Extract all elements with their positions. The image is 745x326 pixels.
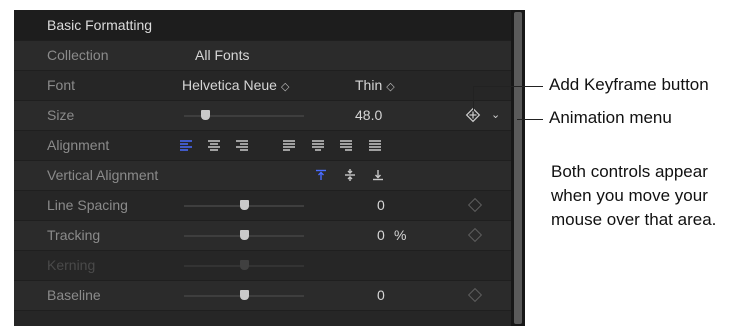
row-size: Size 48.0 ⌄ <box>14 100 511 130</box>
slider-knob[interactable] <box>240 200 249 210</box>
slider-knob[interactable] <box>201 110 210 120</box>
font-family-popup[interactable]: Helvetica Neue ◇ <box>182 71 289 102</box>
size-value[interactable]: 48.0 <box>355 101 382 130</box>
kerning-slider <box>184 260 304 270</box>
row-partial <box>14 310 511 326</box>
align-left-icon[interactable] <box>180 139 192 151</box>
collection-value: All Fonts <box>195 47 250 63</box>
alignment-label: Alignment <box>47 137 110 153</box>
row-kerning: Kerning <box>14 250 511 280</box>
row-baseline: Baseline 0 <box>14 280 511 310</box>
hover-note: Both controls appear when you move your … <box>551 160 716 232</box>
font-family-value: Helvetica Neue <box>182 77 277 93</box>
animation-menu-chevron-down-icon[interactable]: ⌄ <box>491 101 500 130</box>
justify-left-icon[interactable] <box>283 139 295 151</box>
vertical-alignment-label: Vertical Alignment <box>47 167 159 183</box>
hover-note-line2: when you move your <box>551 186 708 205</box>
keyframe-diamond-icon[interactable] <box>467 227 483 243</box>
collection-popup[interactable]: All Fonts <box>195 41 249 70</box>
animation-leader <box>517 119 543 120</box>
add-keyframe-callout: Add Keyframe button <box>549 75 709 94</box>
scrollbar-thumb[interactable] <box>514 12 522 324</box>
tracking-value[interactable]: 0 <box>377 221 385 250</box>
line-spacing-label: Line Spacing <box>47 197 128 213</box>
row-line-spacing: Line Spacing 0 <box>14 190 511 220</box>
justify-full-icon[interactable] <box>369 139 381 151</box>
font-weight-value: Thin <box>355 77 383 93</box>
row-tracking: Tracking 0 % <box>14 220 511 250</box>
row-alignment: Alignment <box>14 130 511 160</box>
font-label: Font <box>47 77 76 93</box>
updown-chevron-icon: ◇ <box>386 81 395 93</box>
slider-knob[interactable] <box>240 290 249 300</box>
row-collection: Collection All Fonts <box>14 40 511 70</box>
row-vertical-alignment: Vertical Alignment <box>14 160 511 190</box>
hover-note-line1: Both controls appear <box>551 162 708 181</box>
line-spacing-value[interactable]: 0 <box>377 191 385 220</box>
font-weight-popup[interactable]: Thin ◇ <box>355 71 395 102</box>
baseline-value[interactable]: 0 <box>377 281 385 310</box>
animation-menu-callout: Animation menu <box>549 108 672 127</box>
keyframe-diamond-icon[interactable] <box>467 287 483 303</box>
collection-label: Collection <box>47 47 109 63</box>
updown-chevron-icon: ◇ <box>280 81 290 93</box>
keyframe-leader-vertical <box>473 86 474 111</box>
keyframe-diamond-icon[interactable] <box>467 197 483 213</box>
justify-center-icon[interactable] <box>312 139 324 151</box>
text-inspector-panel: Basic Formatting Collection All Fonts Fo… <box>14 10 511 326</box>
align-right-icon[interactable] <box>236 139 248 151</box>
align-center-icon[interactable] <box>208 139 220 151</box>
slider-knob[interactable] <box>240 230 249 240</box>
row-font: Font Helvetica Neue ◇ Thin ◇ <box>14 70 511 100</box>
justify-right-icon[interactable] <box>340 139 352 151</box>
hover-note-line3: mouse over that area. <box>551 210 717 229</box>
section-title: Basic Formatting <box>47 17 153 33</box>
tracking-slider[interactable] <box>184 230 304 240</box>
baseline-slider[interactable] <box>184 290 304 300</box>
size-label: Size <box>47 107 75 123</box>
tracking-unit: % <box>394 227 407 243</box>
kerning-label: Kerning <box>47 257 96 273</box>
line-spacing-slider[interactable] <box>184 200 304 210</box>
align-top-icon[interactable] <box>315 169 327 181</box>
scrollbar[interactable] <box>511 10 525 326</box>
baseline-label: Baseline <box>47 287 101 303</box>
slider-knob <box>240 260 249 270</box>
size-slider[interactable] <box>184 110 304 120</box>
tracking-label: Tracking <box>47 227 101 243</box>
align-bottom-icon[interactable] <box>372 169 384 181</box>
section-header-basic-formatting[interactable]: Basic Formatting <box>14 10 511 40</box>
align-middle-icon[interactable] <box>344 169 356 181</box>
keyframe-leader-horizontal <box>473 86 543 87</box>
